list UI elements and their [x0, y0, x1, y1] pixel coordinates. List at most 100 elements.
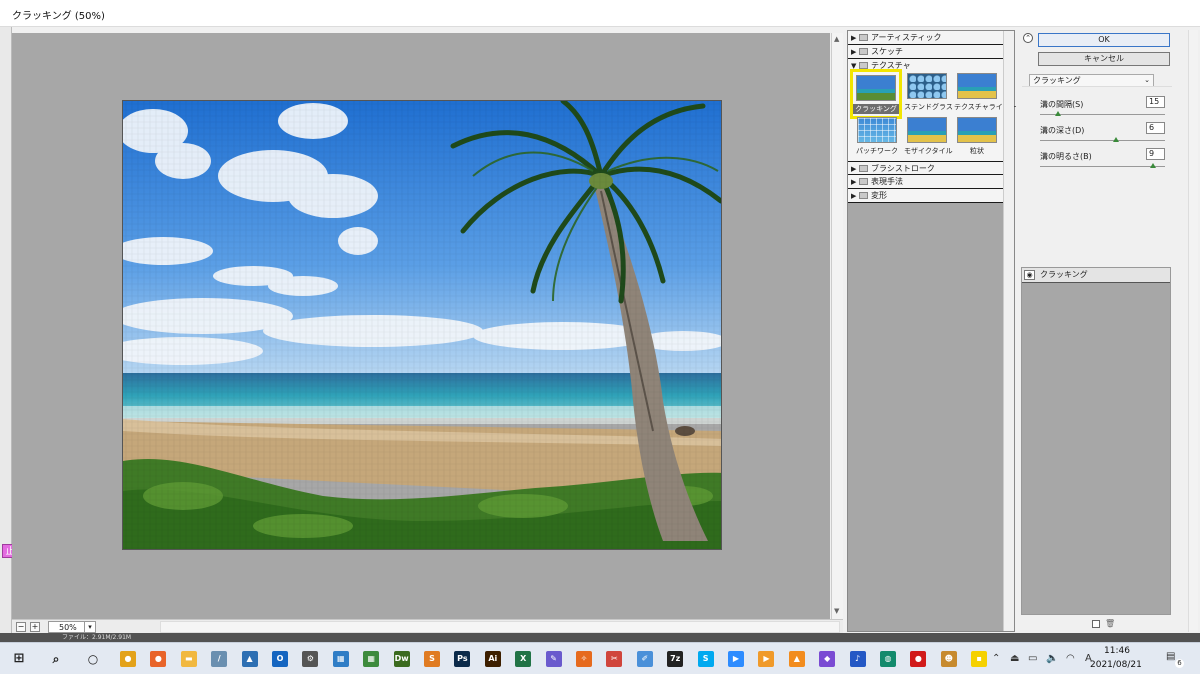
pen-icon[interactable]: /	[211, 651, 228, 667]
texturizer-thumbnail-image	[957, 73, 997, 99]
craquelure-thumbnail-image	[856, 75, 896, 101]
category-stylize[interactable]: ▶ 表現手法	[848, 175, 1003, 189]
excel-icon[interactable]: X	[515, 651, 532, 667]
illustrator-icon[interactable]: Ai	[484, 651, 501, 667]
gallery-scrollbar[interactable]	[1003, 31, 1014, 631]
file-explorer-icon[interactable]: ▬	[180, 651, 197, 667]
filter-gallery: ▶ アーティスティック ▶ スケッチ ▼ テクスチャ クラッキング ステンドグラス テ…	[847, 30, 1017, 632]
folder-icon	[859, 192, 868, 199]
param-label: 溝の深さ(D)	[1040, 126, 1085, 135]
collapse-gallery-icon[interactable]: ⌃	[1023, 33, 1033, 43]
vlc-icon[interactable]: ▲	[788, 651, 805, 667]
slider-knob[interactable]	[1149, 163, 1156, 168]
category-brush-strokes[interactable]: ▶ ブラシストローク	[848, 161, 1003, 175]
snip-icon[interactable]: ✂	[606, 651, 623, 667]
expand-arrow-icon: ▶	[851, 192, 857, 200]
crack-spacing-input[interactable]: 15	[1146, 96, 1165, 108]
outlook-icon[interactable]: O	[272, 651, 288, 667]
zoom-out-button[interactable]: −	[16, 622, 26, 632]
media-icon[interactable]: ▶	[758, 651, 775, 667]
slider-track[interactable]	[1040, 166, 1165, 167]
ok-button[interactable]: OK	[1038, 33, 1170, 47]
preview-vertical-scrollbar[interactable]: ▲ ▼	[831, 33, 843, 619]
thumb-label: テクスチャライザー	[954, 103, 1017, 111]
trash-icon[interactable]: 🗑	[1105, 619, 1115, 628]
filter-settings: 溝の間隔(S) 15 溝の深さ(D) 6 溝の明るさ(B) 9	[1022, 86, 1172, 264]
purple-app-icon[interactable]: ◆	[819, 651, 836, 667]
crack-brightness-param: 溝の明るさ(B) 9	[1040, 148, 1170, 181]
thumb-texturizer[interactable]: テクスチャライザー	[954, 73, 1017, 113]
category-sketch[interactable]: ▶ スケッチ	[848, 45, 1003, 59]
right-scrollbar[interactable]	[1188, 30, 1198, 632]
sublime-icon[interactable]: S	[424, 651, 440, 667]
7zip-icon[interactable]: 7z	[667, 651, 684, 667]
chevron-up-icon[interactable]: ⌃	[992, 653, 1000, 664]
slider-track[interactable]	[1040, 140, 1165, 141]
window-title: クラッキング (50%)	[12, 11, 105, 22]
photoshop-icon[interactable]: Ps	[454, 651, 471, 667]
slider-knob[interactable]	[1054, 111, 1061, 116]
skype-icon[interactable]: S	[697, 651, 714, 667]
clock-date[interactable]: 2021/08/21	[1090, 660, 1142, 670]
category-label: ブラシストローク	[871, 164, 935, 173]
eye-icon[interactable]: ◉	[1024, 270, 1035, 280]
search-icon[interactable]: ⌕	[48, 651, 64, 667]
stained-glass-thumbnail-image	[907, 73, 947, 99]
thumb-label: クラッキング	[853, 104, 899, 114]
layer-label: クラッキング	[1040, 270, 1088, 279]
slider-knob[interactable]	[1113, 137, 1120, 142]
thumb-label: モザイクタイル	[904, 147, 953, 155]
notification-count: 6	[1175, 659, 1184, 668]
wifi-icon[interactable]: ◠	[1066, 653, 1075, 664]
param-label: 溝の間隔(S)	[1040, 100, 1084, 109]
folder-icon	[859, 165, 868, 172]
paint-icon[interactable]: ✐	[636, 651, 653, 667]
chrome-icon[interactable]: ●	[120, 651, 136, 667]
firefox-icon[interactable]: ●	[150, 651, 167, 667]
windows-start-icon[interactable]: ⊞	[11, 651, 27, 667]
notepad-icon[interactable]: ✎	[545, 651, 562, 667]
thumb-craquelure[interactable]: クラッキング	[850, 69, 902, 119]
thumb-grain[interactable]: 粒状	[954, 117, 1000, 157]
thumb-mosaic-tiles[interactable]: モザイクタイル	[904, 117, 953, 157]
frog-icon[interactable]: ☻	[940, 651, 957, 667]
notification-icon[interactable]: ▤	[1166, 651, 1175, 662]
preview-horizontal-scrollbar[interactable]	[160, 621, 840, 633]
news-icon[interactable]: ▦	[332, 651, 349, 667]
sticky-notes-icon[interactable]: ▪	[971, 651, 988, 667]
crack-brightness-input[interactable]: 9	[1146, 148, 1165, 160]
folder-icon	[859, 48, 868, 55]
globe-icon[interactable]: ◍	[880, 651, 896, 667]
scroll-up-icon[interactable]: ▲	[834, 35, 839, 43]
crack-depth-input[interactable]: 6	[1146, 122, 1165, 134]
music-icon[interactable]: ♪	[849, 651, 866, 667]
photoshop-status-bar: ファイル：2.91M/2.91M	[0, 633, 1200, 642]
param-label: 溝の明るさ(B)	[1040, 152, 1092, 161]
butterfly-icon[interactable]: ✧	[576, 651, 592, 667]
settings-icon[interactable]: ⚙	[302, 651, 319, 667]
battery-icon[interactable]: ▭	[1028, 653, 1037, 664]
scroll-down-icon[interactable]: ▼	[834, 607, 839, 615]
preview-canvas[interactable]	[12, 33, 830, 619]
zoom-in-button[interactable]: +	[30, 622, 40, 632]
category-artistic[interactable]: ▶ アーティスティック	[848, 31, 1003, 45]
expand-arrow-icon: ▶	[851, 48, 857, 56]
category-distort[interactable]: ▶ 変形	[848, 189, 1003, 203]
folder-icon	[859, 178, 868, 185]
thumb-label: 粒状	[970, 147, 984, 155]
task-view-icon[interactable]: ○	[85, 651, 101, 667]
thumb-patchwork[interactable]: パッチワーク	[854, 117, 900, 157]
game-icon[interactable]: ▦	[363, 651, 380, 667]
usb-icon[interactable]: ⏏	[1010, 653, 1019, 664]
new-effect-layer-icon[interactable]	[1092, 620, 1100, 628]
zoom-icon[interactable]: ▶	[728, 651, 744, 667]
zoom-select[interactable]: 50% ▾	[48, 621, 96, 633]
volume-icon[interactable]: 🔈	[1046, 653, 1058, 664]
record-icon[interactable]: ●	[910, 651, 927, 667]
effect-layer-item[interactable]: ◉ クラッキング	[1022, 268, 1170, 283]
thumb-stained-glass[interactable]: ステンドグラス	[904, 73, 953, 113]
cancel-button[interactable]: キャンセル	[1038, 52, 1170, 66]
photos-icon[interactable]: ▲	[241, 651, 258, 667]
clock-time[interactable]: 11:46	[1104, 646, 1130, 656]
dreamweaver-icon[interactable]: Dw	[393, 651, 410, 667]
